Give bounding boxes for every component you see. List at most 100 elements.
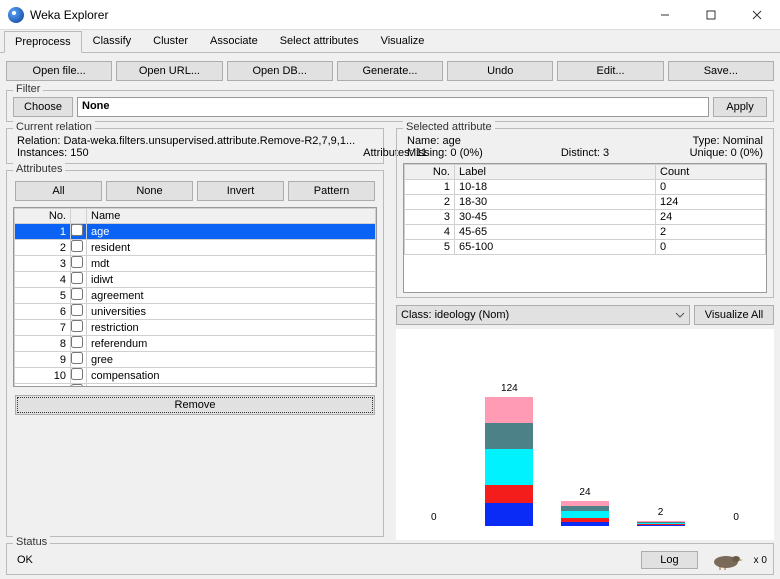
sel-row[interactable]: 565-1000 — [405, 240, 766, 255]
bar-segment — [637, 525, 685, 526]
attr-checkbox[interactable] — [71, 336, 83, 348]
attr-checkbox[interactable] — [71, 288, 83, 300]
sel-unique: Unique: 0 (0%) — [650, 147, 763, 159]
attr-checkbox[interactable] — [71, 224, 83, 236]
attr-header-name: Name — [87, 209, 376, 224]
bar-value-label: 24 — [555, 487, 615, 498]
bar-segment — [485, 423, 533, 449]
attr-all-button[interactable]: All — [15, 181, 102, 201]
sel-distinct: Distinct: 3 — [528, 147, 641, 159]
class-value: Class: ideology (Nom) — [401, 309, 509, 321]
tab-cluster[interactable]: Cluster — [142, 30, 199, 52]
bar-segment — [485, 485, 533, 503]
sel-row[interactable]: 110-180 — [405, 180, 766, 195]
tab-preprocess[interactable]: Preprocess — [4, 31, 82, 53]
close-button[interactable] — [734, 0, 780, 30]
attr-checkbox[interactable] — [71, 240, 83, 252]
sel-row[interactable]: 330-4524 — [405, 210, 766, 225]
attr-none-button[interactable]: None — [106, 181, 193, 201]
selected-attr-legend: Selected attribute — [403, 121, 495, 133]
attr-name: resident — [87, 240, 376, 256]
filter-value[interactable]: None — [77, 97, 709, 117]
generate-button[interactable]: Generate... — [337, 61, 443, 81]
attr-row[interactable]: 2 resident — [15, 240, 376, 256]
filter-choose-button[interactable]: Choose — [13, 97, 73, 117]
attr-name: compensation — [87, 368, 376, 384]
attr-row[interactable]: 7restriction — [15, 320, 376, 336]
tab-visualize[interactable]: Visualize — [370, 30, 436, 52]
histogram-chart: 01242420 — [396, 329, 774, 540]
filter-legend: Filter — [13, 83, 43, 95]
minimize-button[interactable] — [642, 0, 688, 30]
weka-bird-icon — [708, 550, 744, 570]
bar-value-label: 124 — [479, 383, 539, 394]
undo-button[interactable]: Undo — [447, 61, 553, 81]
status-group: Status OK Log x 0 — [6, 543, 774, 575]
chevron-down-icon — [675, 309, 685, 321]
relation-instances: Instances: 150 — [17, 147, 355, 159]
weka-icon — [8, 7, 24, 23]
attr-no: 1 — [15, 224, 71, 240]
attr-no: 3 — [15, 256, 71, 272]
attributes-legend: Attributes — [13, 163, 65, 175]
attr-checkbox[interactable] — [71, 352, 83, 364]
sel-no: 2 — [405, 195, 455, 210]
sel-header-count: Count — [656, 165, 766, 180]
attr-row[interactable]: 3 mdt — [15, 256, 376, 272]
sel-count: 0 — [656, 180, 766, 195]
sel-no: 3 — [405, 210, 455, 225]
activity-count: x 0 — [754, 555, 767, 566]
current-relation-group: Current relation Relation: Data-weka.fil… — [6, 128, 384, 164]
maximize-button[interactable] — [688, 0, 734, 30]
attr-invert-button[interactable]: Invert — [197, 181, 284, 201]
attr-row[interactable]: 4idiwt — [15, 272, 376, 288]
sel-row[interactable]: 445-652 — [405, 225, 766, 240]
remove-button[interactable]: Remove — [15, 395, 375, 415]
attributes-table[interactable]: No. Name 1age2resident3mdt4idiwt5agreeme… — [13, 207, 377, 387]
attr-no: 4 — [15, 272, 71, 288]
attributes-group: Attributes All None Invert Pattern No. N… — [6, 170, 384, 537]
filter-apply-button[interactable]: Apply — [713, 97, 767, 117]
open-url-button[interactable]: Open URL... — [116, 61, 222, 81]
selected-attr-table[interactable]: No. Label Count 110-180218-30124330-4524… — [403, 163, 767, 293]
attr-row[interactable]: 1age — [15, 224, 376, 240]
relation-legend: Current relation — [13, 121, 95, 133]
sel-header-no: No. — [405, 165, 455, 180]
attr-no: 8 — [15, 336, 71, 352]
attr-row[interactable]: 10compensation — [15, 368, 376, 384]
attr-checkbox[interactable] — [71, 368, 83, 380]
sel-no: 4 — [405, 225, 455, 240]
sel-row[interactable]: 218-30124 — [405, 195, 766, 210]
titlebar: Weka Explorer — [0, 0, 780, 30]
attr-checkbox[interactable] — [71, 304, 83, 316]
attr-row[interactable]: 8referendum — [15, 336, 376, 352]
attr-no: 2 — [15, 240, 71, 256]
tab-select-attributes[interactable]: Select attributes — [269, 30, 370, 52]
visualize-all-button[interactable]: Visualize All — [694, 305, 774, 325]
attr-row[interactable]: 5agreement — [15, 288, 376, 304]
tab-classify[interactable]: Classify — [82, 30, 143, 52]
attr-pattern-button[interactable]: Pattern — [288, 181, 375, 201]
bar-segment — [561, 511, 609, 518]
status-legend: Status — [13, 536, 50, 548]
log-button[interactable]: Log — [641, 551, 697, 569]
bar-segment — [561, 522, 609, 526]
bar-segment — [485, 503, 533, 526]
tab-associate[interactable]: Associate — [199, 30, 269, 52]
sel-label: 30-45 — [455, 210, 656, 225]
open-file-button[interactable]: Open file... — [6, 61, 112, 81]
sel-label: 18-30 — [455, 195, 656, 210]
attr-checkbox[interactable] — [71, 256, 83, 268]
sel-label: 45-65 — [455, 225, 656, 240]
save-button[interactable]: Save... — [668, 61, 774, 81]
attr-row[interactable]: 6universities — [15, 304, 376, 320]
attr-checkbox[interactable] — [71, 320, 83, 332]
sel-header-label: Label — [455, 165, 656, 180]
attr-checkbox[interactable] — [71, 272, 83, 284]
open-db-button[interactable]: Open DB... — [227, 61, 333, 81]
attr-row[interactable]: 9gree — [15, 352, 376, 368]
attr-name: mdt — [87, 256, 376, 272]
class-dropdown[interactable]: Class: ideology (Nom) — [396, 305, 690, 325]
bar-value-label: 2 — [631, 507, 691, 518]
edit-button[interactable]: Edit... — [557, 61, 663, 81]
